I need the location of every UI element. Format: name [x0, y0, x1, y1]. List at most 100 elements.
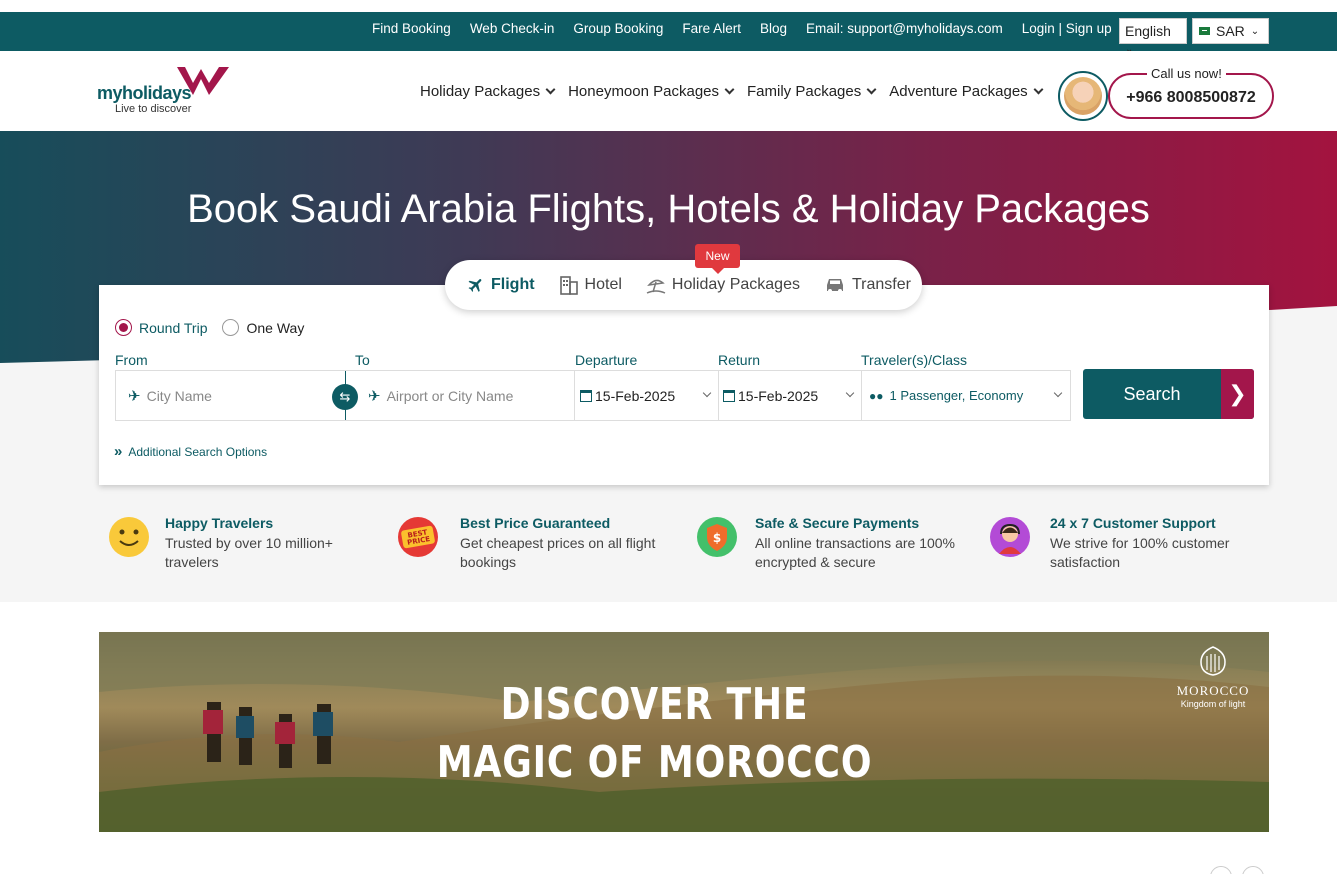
top-strip [0, 0, 1337, 12]
group-booking-link[interactable]: Group Booking [573, 21, 663, 36]
main-nav: Holiday Packages Honeymoon Packages Fami… [420, 83, 1044, 100]
travelers-class-select[interactable]: ●● 1 Passenger, Economy [869, 371, 1069, 420]
carousel-prev-button[interactable] [1210, 866, 1232, 874]
carousel-next-button[interactable] [1242, 866, 1264, 874]
tab-flight[interactable]: Flight [467, 276, 535, 294]
feature-title: Happy Travelers [165, 515, 274, 531]
tab-holiday-packages[interactable]: Holiday Packages [646, 275, 800, 295]
tab-transfer[interactable]: Transfer [824, 276, 911, 294]
feature-title: 24 x 7 Customer Support [1050, 515, 1216, 531]
site-logo[interactable]: myholidays Live to discover [97, 65, 237, 115]
tab-label: Transfer [851, 276, 911, 293]
radio-label: Round Trip [139, 319, 208, 336]
nav-family-packages[interactable]: Family Packages [747, 83, 877, 100]
feature-desc: All online transactions are 100% encrypt… [755, 535, 956, 570]
banner-line-2: MAGIC OF MOROCCO [436, 737, 873, 788]
return-value: 15-Feb-2025 [738, 387, 819, 404]
blog-link[interactable]: Blog [760, 21, 787, 36]
currency-select[interactable]: SAR ⌄ [1192, 18, 1269, 44]
return-date-input[interactable]: 15-Feb-2025 [723, 371, 861, 420]
nav-adventure-packages[interactable]: Adventure Packages [889, 83, 1044, 100]
tab-label: Holiday Packages [671, 276, 800, 293]
divider [718, 371, 719, 420]
login-signup-link[interactable]: Login | Sign up [1022, 21, 1112, 36]
from-placeholder: City Name [146, 387, 212, 404]
feature-desc: We strive for 100% customer satisfaction [1050, 535, 1230, 570]
trip-type-group: Round Trip One Way [115, 319, 304, 336]
saudi-flag-icon [1199, 27, 1210, 35]
plane-icon [468, 279, 482, 292]
language-value: English [1125, 23, 1171, 39]
search-fields: ✈ City Name ⇆ ✈ Airport or City Name 15-… [115, 370, 1071, 421]
additional-label: Additional Search Options [128, 445, 268, 459]
language-select[interactable]: English ⌄ [1119, 18, 1187, 55]
calendar-icon [723, 389, 735, 402]
support-email-link[interactable]: Email: support@myholidays.com [806, 21, 1003, 36]
fare-alert-link[interactable]: Fare Alert [682, 21, 741, 36]
travelers-value: 1 Passenger, Economy [889, 388, 1024, 403]
plane-icon: ✈ [368, 387, 381, 405]
return-label: Return [718, 352, 761, 368]
to-placeholder: Airport or City Name [386, 387, 514, 404]
tab-hotel[interactable]: Hotel [559, 275, 622, 295]
logo-my: my [97, 83, 123, 103]
features-strip: Happy Travelers Trusted by over 10 milli… [0, 513, 1337, 573]
chevron-down-icon [1053, 388, 1063, 398]
departure-value: 15-Feb-2025 [595, 387, 676, 404]
feature-desc: Trusted by over 10 million+ travelers [165, 535, 333, 570]
swap-cities-button[interactable]: ⇆ [332, 384, 358, 410]
logo-tagline: Live to discover [115, 103, 192, 115]
nav-holiday-packages[interactable]: Holiday Packages [420, 83, 556, 100]
divider [861, 371, 862, 420]
nav-label: Adventure Packages [889, 83, 1028, 100]
call-us-label: Call us now! [1147, 66, 1226, 81]
one-way-radio[interactable]: One Way [222, 319, 304, 336]
departure-date-input[interactable]: 15-Feb-2025 [580, 371, 718, 420]
additional-search-options-link[interactable]: » Additional Search Options [114, 443, 267, 460]
travelers-label: Traveler(s)/Class [861, 352, 968, 368]
morocco-promo-banner[interactable]: DISCOVER THE MAGIC OF MOROCCO MOROCCO Ki… [99, 632, 1269, 832]
support-agent-icon [990, 517, 1030, 557]
morocco-logo-name: MOROCCO [1176, 683, 1250, 698]
feature-title: Safe & Secure Payments [755, 515, 920, 531]
logo-wordmark: myholidays [97, 83, 192, 104]
passengers-icon: ●● [869, 388, 884, 403]
banner-headline: DISCOVER THE MAGIC OF MOROCCO [99, 676, 1210, 792]
utility-bar: Find Booking Web Check-in Group Booking … [0, 12, 1337, 55]
hero-title: Book Saudi Arabia Flights, Hotels & Holi… [187, 187, 1150, 231]
chevron-down-icon [845, 388, 855, 398]
chevron-down-icon: ⌄ [1250, 25, 1260, 37]
nav-label: Family Packages [747, 83, 862, 100]
beach-icon [646, 279, 666, 294]
new-badge: New [695, 244, 740, 274]
divider [574, 371, 575, 420]
from-input[interactable]: ✈ City Name [128, 371, 328, 420]
logo-holidays: holidays [122, 83, 192, 103]
hero-section: Book Saudi Arabia Flights, Hotels & Holi… [0, 131, 1337, 602]
feature-desc: Get cheapest prices on all flight bookin… [460, 535, 656, 570]
double-chevron-right-icon: » [114, 443, 123, 460]
swap-arrows-icon: ⇆ [339, 389, 351, 404]
nav-honeymoon-packages[interactable]: Honeymoon Packages [568, 83, 735, 100]
web-checkin-link[interactable]: Web Check-in [470, 21, 555, 36]
carousel-controls [1210, 866, 1264, 874]
search-button[interactable]: Search ❯ [1083, 369, 1254, 419]
best-price-badge-icon: BESTPRICE [398, 517, 438, 557]
to-input[interactable]: ✈ Airport or City Name [368, 371, 568, 420]
find-booking-link[interactable]: Find Booking [372, 21, 451, 36]
support-agent-avatar [1058, 71, 1108, 121]
chevron-down-icon [702, 388, 712, 398]
radio-empty-icon [222, 319, 240, 336]
nav-label: Honeymoon Packages [568, 83, 720, 100]
utility-links: Find Booking Web Check-in Group Booking … [372, 21, 1112, 36]
tab-label: Flight [491, 276, 535, 293]
to-label: To [355, 352, 370, 368]
tab-label: Hotel [584, 276, 622, 293]
search-button-label: Search [1123, 384, 1181, 404]
plane-icon: ✈ [128, 387, 141, 405]
chevron-down-icon [545, 84, 556, 95]
smiley-icon [109, 517, 149, 557]
round-trip-radio[interactable]: Round Trip [115, 319, 207, 336]
call-phone-number: +966 8008500872 [1126, 89, 1256, 106]
calendar-icon [580, 389, 592, 402]
